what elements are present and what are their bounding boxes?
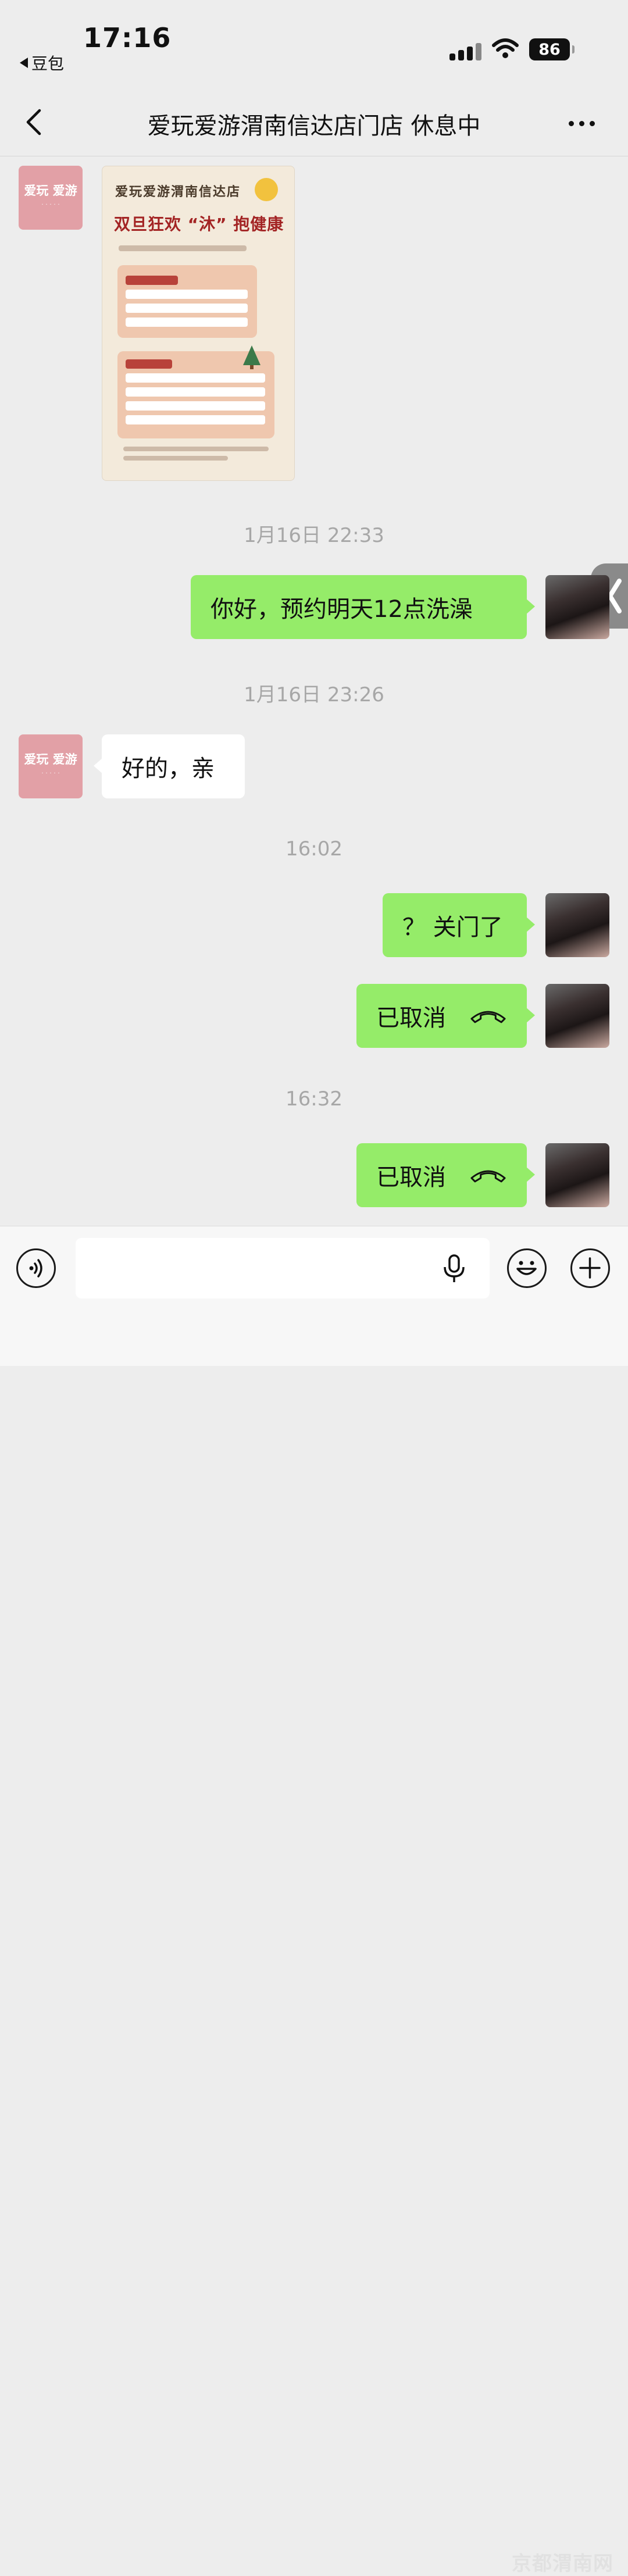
shop-logo: 爱玩 爱游 · · · · · [24,752,77,777]
user-avatar[interactable] [545,893,609,957]
message-bubble-sent[interactable]: ？ 关门了 [383,893,535,957]
phone-hangup-icon [470,1170,506,1183]
watermark: 京都渭南网 [512,2552,613,2575]
message-bubble-received[interactable]: 好的，亲 [94,734,245,798]
chat-header: 爱玩爱游渭南信达店门店 休息中 [0,87,628,156]
poster-title-line1: 爱玩爱游渭南信达店 [115,185,241,199]
back-chevron-icon[interactable] [23,108,47,136]
user-avatar[interactable] [545,1143,609,1207]
message-bubble-sent[interactable]: 你好，预约明天12点洗澡 [191,575,535,639]
message-input[interactable] [76,1238,490,1298]
back-app-label: 豆包 [31,54,65,73]
more-icon[interactable] [569,121,595,126]
message-timestamp: 1月16日 22:33 [244,524,384,547]
message-timestamp: 1月16日 23:26 [244,683,384,707]
call-status-label: 已取消 [376,1164,446,1191]
poster-subtitle [119,245,247,251]
promo-poster-image[interactable]: 爱玩爱游渭南信达店 双旦狂欢 “沐” 抱健康 [102,166,295,481]
call-cancelled-bubble[interactable]: 已取消 [356,1143,535,1207]
phone-hangup-icon [470,1011,506,1023]
shop-avatar[interactable]: 爱玩 爱游 · · · · · [19,166,83,230]
sunflower-icon [255,178,278,201]
call-cancelled-bubble[interactable]: 已取消 [356,984,535,1048]
plus-icon[interactable] [570,1248,610,1288]
chat-message-list[interactable]: 爱玩 爱游 · · · · · 爱玩爱游渭南信达店 双旦狂欢 “沐” 抱健康 1… [0,156,628,1226]
battery-indicator: 86 [529,38,575,60]
user-avatar[interactable] [545,984,609,1048]
status-time: 17:16 [83,22,172,53]
message-timestamp: 16:32 [286,1087,342,1111]
poster-title-line2: 双旦狂欢 “沐” 抱健康 [114,215,284,234]
shop-avatar[interactable]: 爱玩 爱游 · · · · · [19,734,83,798]
input-bar: 京都渭南网 [0,1226,628,2575]
user-avatar[interactable] [545,575,609,639]
signal-icon [449,43,481,60]
call-status-label: 已取消 [376,1005,446,1032]
shop-logo: 爱玩 爱游 · · · · · [24,184,77,208]
message-timestamp: 16:02 [286,837,342,861]
emoji-icon[interactable] [507,1248,547,1288]
back-to-app-link[interactable]: 豆包 [20,51,64,74]
chat-title: 爱玩爱游渭南信达店门店 休息中 [147,113,481,140]
voice-icon[interactable] [16,1248,56,1288]
status-bar: 17:16 豆包 86 [0,0,628,87]
wifi-icon [492,38,519,58]
back-triangle-icon [20,58,28,68]
mic-icon[interactable] [442,1254,466,1283]
tree-icon [243,345,261,369]
